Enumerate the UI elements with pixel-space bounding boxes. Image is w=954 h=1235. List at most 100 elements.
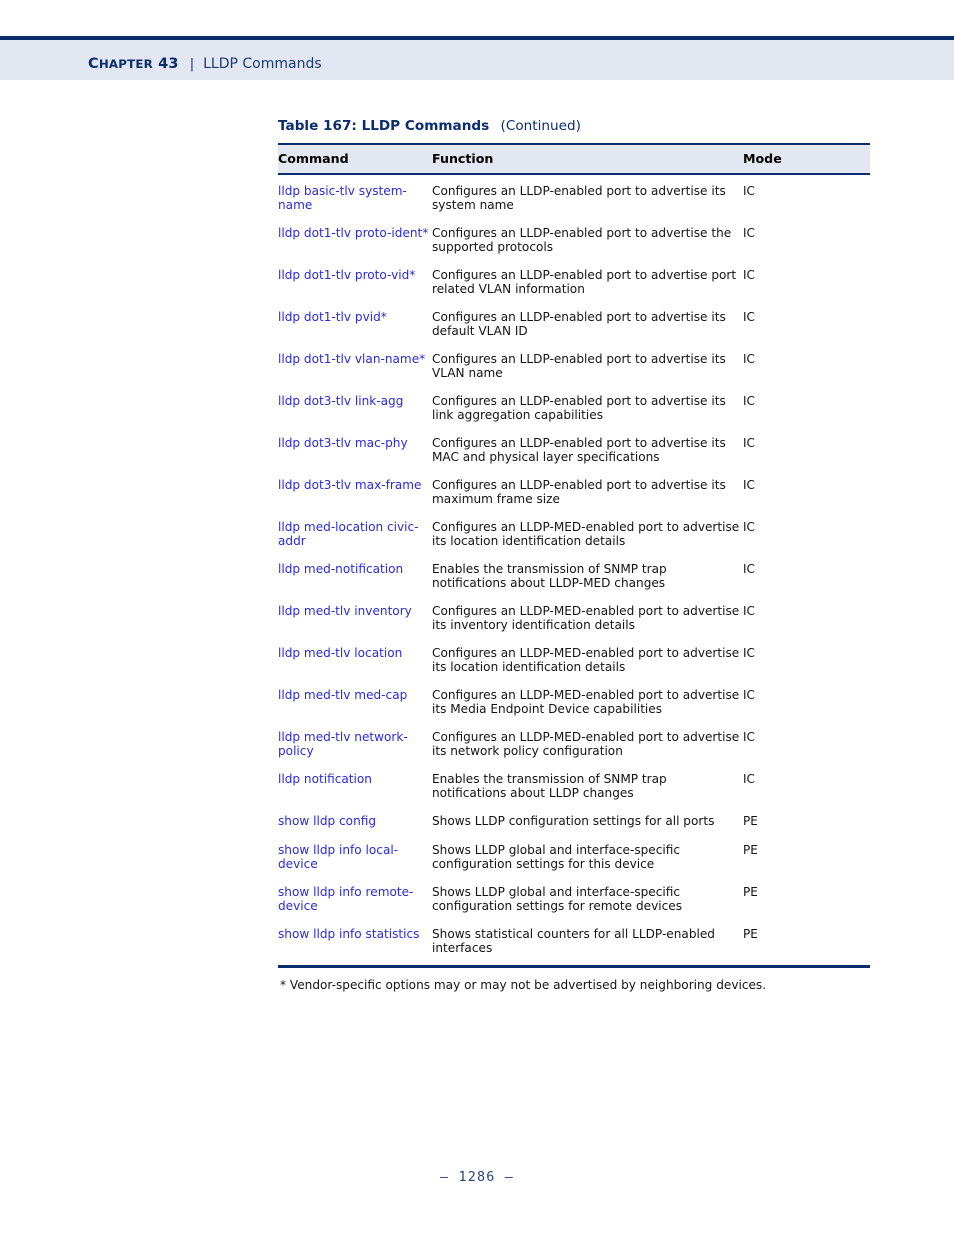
header-topic: LLDP Commands bbox=[203, 56, 322, 72]
cell-mode: IC bbox=[743, 344, 870, 386]
command-link[interactable]: lldp dot1-tlv pvid* bbox=[278, 310, 387, 324]
cell-mode: IC bbox=[743, 218, 870, 260]
table-row: lldp dot1-tlv vlan-name* Configures an LL… bbox=[278, 344, 870, 386]
running-header: CHAPTER 43 | LLDP Commands bbox=[0, 44, 954, 84]
mode-text: IC bbox=[743, 562, 755, 577]
function-text: Configures an LLDP-enabled port to adver… bbox=[432, 310, 726, 339]
cell-function: Enables the transmission of SNMP trap no… bbox=[432, 764, 743, 806]
mode-text: IC bbox=[743, 268, 755, 283]
cell-mode: IC bbox=[743, 512, 870, 554]
cell-mode: IC bbox=[743, 596, 870, 638]
table-row: lldp med-tlv network-policy Configures an… bbox=[278, 722, 870, 764]
table-row: show lldp info local-device Shows LLDP gl… bbox=[278, 835, 870, 877]
function-text: Configures an LLDP-enabled port to adver… bbox=[432, 352, 726, 381]
mode-text: IC bbox=[743, 310, 755, 325]
command-link[interactable]: lldp dot1-tlv proto-ident* bbox=[278, 226, 428, 240]
table-row: show lldp info remote-device Shows LLDP g… bbox=[278, 877, 870, 919]
cell-mode: IC bbox=[743, 638, 870, 680]
cell-function: Configures an LLDP-enabled port to adver… bbox=[432, 260, 743, 302]
function-text: Configures an LLDP-enabled port to adver… bbox=[432, 268, 737, 297]
table-caption: Table 167: LLDP Commands (Continued) bbox=[278, 118, 870, 134]
table-caption-continued: (Continued) bbox=[500, 118, 581, 134]
cell-mode: IC bbox=[743, 302, 870, 344]
mode-text: IC bbox=[743, 184, 755, 198]
command-link[interactable]: lldp basic-tlv system-name bbox=[278, 184, 407, 212]
cell-mode: IC bbox=[743, 470, 870, 512]
cell-command: lldp dot3-tlv link-agg bbox=[278, 386, 432, 428]
function-text: Configures an LLDP-enabled port to adver… bbox=[432, 478, 726, 507]
mode-text: IC bbox=[743, 520, 755, 535]
command-link[interactable]: lldp med-tlv inventory bbox=[278, 604, 412, 618]
page-number-footer: – 1286 – bbox=[439, 1170, 515, 1185]
cell-command: lldp med-tlv med-cap bbox=[278, 680, 432, 722]
header-separator: | bbox=[189, 56, 195, 72]
column-header-function: Function bbox=[432, 143, 743, 175]
cell-function: Configures an LLDP-enabled port to adver… bbox=[432, 218, 743, 260]
table-row: lldp dot3-tlv link-agg Configures an LLDP… bbox=[278, 386, 870, 428]
table-row: lldp dot3-tlv mac-phy Configures an LLDP-… bbox=[278, 428, 870, 470]
function-text: Shows LLDP configuration settings for al… bbox=[432, 814, 715, 829]
document-page: { "colors": { "navy": "#0a2d6e", "header… bbox=[0, 0, 954, 1235]
cell-function: Shows statistical counters for all LLDP-… bbox=[432, 919, 743, 961]
cell-function: Shows LLDP configuration settings for al… bbox=[432, 806, 743, 835]
command-link[interactable]: show lldp config bbox=[278, 814, 376, 828]
function-text: Configures an LLDP-MED-enabled port to a… bbox=[432, 688, 740, 717]
cell-function: Configures an LLDP-enabled port to adver… bbox=[432, 344, 743, 386]
mode-text: IC bbox=[743, 730, 755, 745]
cell-function: Configures an LLDP-enabled port to adver… bbox=[432, 302, 743, 344]
table-row: lldp med-tlv location Configures an LLDP-… bbox=[278, 638, 870, 680]
mode-text: IC bbox=[743, 688, 755, 703]
command-link[interactable]: lldp dot3-tlv link-agg bbox=[278, 394, 403, 408]
function-text: Configures an LLDP-MED-enabled port to a… bbox=[432, 520, 740, 549]
table-row: lldp med-notification Enables the transmi… bbox=[278, 554, 870, 596]
command-link[interactable]: lldp med-tlv med-cap bbox=[278, 688, 407, 702]
command-link[interactable]: lldp dot3-tlv max-frame bbox=[278, 478, 421, 492]
function-text: Configures an LLDP-MED-enabled port to a… bbox=[432, 646, 740, 675]
command-link[interactable]: lldp med-notification bbox=[278, 562, 403, 576]
mode-text: IC bbox=[743, 646, 755, 661]
cell-command: show lldp info statistics bbox=[278, 919, 432, 961]
cell-mode: IC bbox=[743, 174, 870, 218]
mode-text: IC bbox=[743, 478, 755, 493]
table-row: lldp notification Enables the transmissio… bbox=[278, 764, 870, 806]
command-link[interactable]: show lldp info remote-device bbox=[278, 885, 413, 913]
cell-command: show lldp info local-device bbox=[278, 835, 432, 877]
function-text: Configures an LLDP-enabled port to adver… bbox=[432, 436, 726, 465]
mode-text: IC bbox=[743, 352, 755, 367]
command-link[interactable]: lldp med-tlv location bbox=[278, 646, 402, 660]
table-block: Table 167: LLDP Commands (Continued) Com… bbox=[278, 118, 870, 992]
cell-function: Configures an LLDP-enabled port to adver… bbox=[432, 386, 743, 428]
cell-command: lldp med-tlv inventory bbox=[278, 596, 432, 638]
cell-command: lldp med-location civic-addr bbox=[278, 512, 432, 554]
mode-text: PE bbox=[743, 814, 758, 829]
cell-command: show lldp info remote-device bbox=[278, 877, 432, 919]
table-body: lldp basic-tlv system-name Configures an … bbox=[278, 174, 870, 961]
command-link[interactable]: lldp med-tlv network-policy bbox=[278, 730, 408, 758]
command-link[interactable]: show lldp info local-device bbox=[278, 843, 398, 871]
table-row: lldp dot3-tlv max-frame Configures an LLD… bbox=[278, 470, 870, 512]
cell-function: Configures an LLDP-MED-enabled port to a… bbox=[432, 680, 743, 722]
cell-command: lldp dot1-tlv vlan-name* bbox=[278, 344, 432, 386]
table-header-row: Command Function Mode bbox=[278, 143, 870, 175]
cell-command: lldp basic-tlv system-name bbox=[278, 174, 432, 218]
command-link[interactable]: lldp notification bbox=[278, 772, 372, 786]
command-link[interactable]: show lldp info statistics bbox=[278, 927, 419, 941]
cell-command: lldp dot3-tlv mac-phy bbox=[278, 428, 432, 470]
cell-mode: IC bbox=[743, 386, 870, 428]
command-link[interactable]: lldp dot1-tlv vlan-name* bbox=[278, 352, 425, 366]
command-link[interactable]: lldp dot3-tlv mac-phy bbox=[278, 436, 408, 450]
command-link[interactable]: lldp med-location civic-addr bbox=[278, 520, 419, 548]
cell-command: lldp med-tlv location bbox=[278, 638, 432, 680]
command-link[interactable]: lldp dot1-tlv proto-vid* bbox=[278, 268, 415, 282]
mode-text: PE bbox=[743, 927, 758, 942]
table-row: lldp dot1-tlv proto-ident* Configures an … bbox=[278, 218, 870, 260]
mode-text: IC bbox=[743, 226, 755, 241]
function-text: Enables the transmission of SNMP trap no… bbox=[432, 772, 667, 801]
table-row: show lldp config Shows LLDP configuration… bbox=[278, 806, 870, 835]
cell-function: Configures an LLDP-MED-enabled port to a… bbox=[432, 596, 743, 638]
cell-function: Configures an LLDP-MED-enabled port to a… bbox=[432, 722, 743, 764]
function-text: Configures an LLDP-enabled port to adver… bbox=[432, 226, 732, 255]
lldp-commands-table: Command Function Mode lldp basic-tlv sys… bbox=[278, 143, 870, 961]
table-row: lldp dot1-tlv pvid* Configures an LLDP-en… bbox=[278, 302, 870, 344]
cell-mode: IC bbox=[743, 554, 870, 596]
